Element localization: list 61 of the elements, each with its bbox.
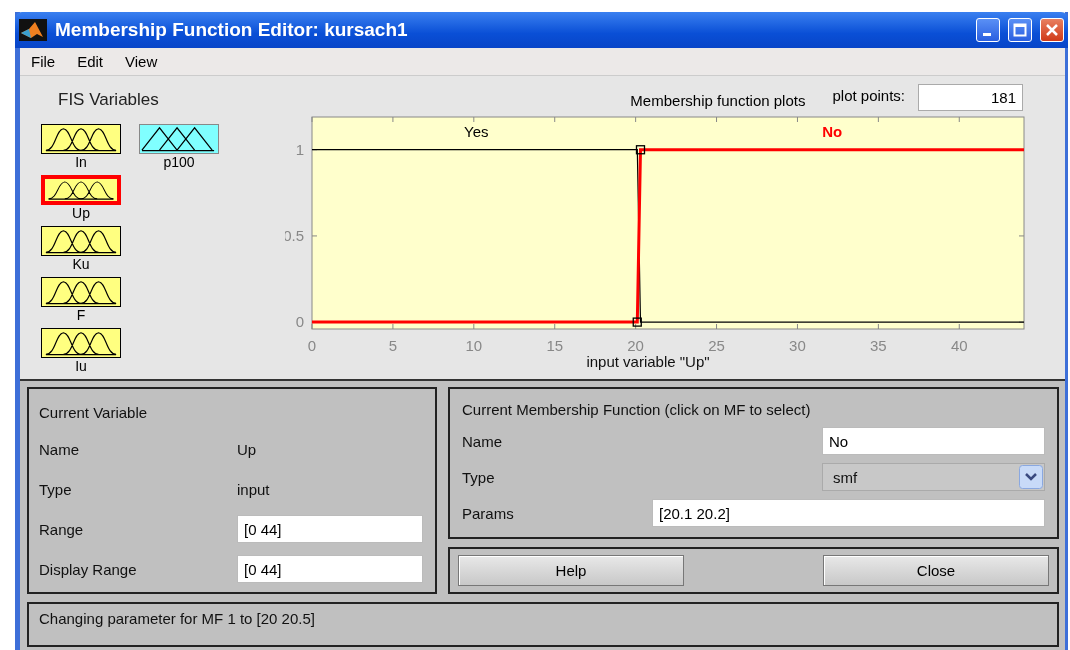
variable-button[interactable]	[139, 124, 219, 154]
variable-label: Iu	[75, 358, 87, 374]
panel-heading: Current Membership Function (click on MF to select)	[462, 400, 812, 418]
variable-button[interactable]	[41, 124, 121, 154]
field-label: plot points:	[832, 86, 905, 104]
params-field[interactable]: [20.1 20.2]	[652, 499, 1045, 527]
menu-item[interactable]: Edit	[66, 53, 115, 70]
menu-item[interactable]: View	[114, 53, 169, 70]
dialog-button[interactable]: Close	[823, 555, 1049, 586]
variable-label: Up	[72, 205, 90, 221]
variable-label: In	[75, 154, 87, 170]
close-icon	[1045, 23, 1059, 37]
minimize-icon	[983, 32, 991, 36]
variable-label: Ku	[72, 256, 90, 272]
field-label: Name	[462, 432, 503, 450]
maximize-icon	[1013, 23, 1027, 37]
field-label: Type	[39, 480, 73, 498]
status-bar: Changing parameter for MF 1 to [20 20.5]	[27, 602, 1059, 647]
x-tick-label: 10	[465, 337, 483, 354]
x-axis-label: input variable "Up"	[586, 353, 710, 370]
variable-name: Up	[237, 440, 258, 458]
display-range-field[interactable]: [0 44]	[237, 555, 423, 583]
plot-title: Membership function plots	[630, 91, 806, 109]
field-label: Name	[39, 440, 80, 458]
section-heading: FIS Variables	[58, 90, 160, 111]
caret-icon	[1019, 465, 1043, 489]
menu-item[interactable]: File	[20, 53, 67, 70]
dialog-button[interactable]: Help	[458, 555, 684, 586]
variable-button[interactable]	[41, 328, 121, 358]
variable-type: input	[237, 480, 271, 498]
y-tick-label: 1	[295, 140, 304, 158]
type-dropdown[interactable]: smf	[822, 463, 1045, 491]
field-label: Display Range	[39, 560, 138, 578]
variable-button[interactable]	[41, 226, 121, 256]
x-tick-label: 40	[950, 337, 968, 354]
window-title: Membership Function Editor: kursach1	[55, 19, 409, 41]
variable-button[interactable]	[41, 277, 121, 307]
variable-label: p100	[163, 154, 195, 170]
variable-label: F	[76, 307, 86, 323]
maximize-button[interactable]	[1008, 18, 1032, 42]
minimize-button[interactable]	[976, 18, 1000, 42]
mf-label[interactable]: Yes	[464, 123, 489, 140]
field-label: Params	[462, 504, 515, 522]
close-button[interactable]	[1040, 18, 1064, 42]
peak-icon	[19, 19, 47, 41]
panel-heading: Current Variable	[39, 403, 149, 421]
x-tick-label: 35	[870, 337, 887, 354]
y-tick-label: 0	[295, 313, 304, 331]
mf-label[interactable]: No	[822, 123, 843, 140]
x-tick-label: 25	[708, 337, 725, 354]
variable-button[interactable]	[41, 175, 121, 205]
plot-points-field[interactable]: 181	[918, 83, 1023, 111]
x-tick-label: 5	[388, 337, 398, 354]
field-label: Range	[39, 520, 85, 538]
field-label: Type	[462, 468, 496, 486]
mf-name-field[interactable]: No	[822, 427, 1045, 455]
x-tick-label: 20	[627, 337, 644, 354]
x-tick-label: 30	[789, 337, 806, 354]
x-tick-label: 15	[546, 337, 564, 354]
x-tick-label: 0	[307, 337, 317, 354]
range-field[interactable]: [0 44]	[237, 515, 423, 543]
